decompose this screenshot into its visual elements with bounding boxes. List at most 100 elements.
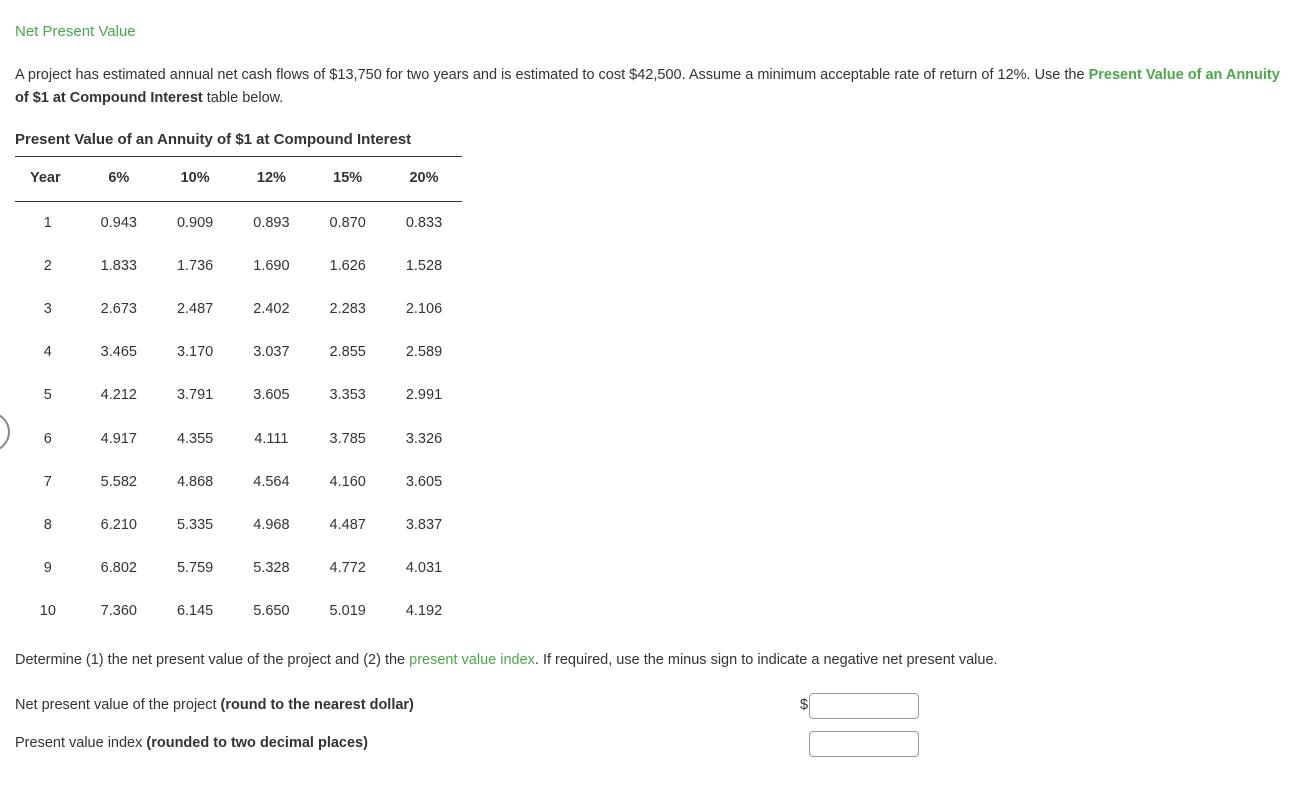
dollar-sign: $ <box>800 694 808 717</box>
table-cell: 3.791 <box>157 374 233 417</box>
table-cell: 3.353 <box>310 374 386 417</box>
table-row: 10.9430.9090.8930.8700.833 <box>15 201 462 245</box>
table-cell: 2.106 <box>386 288 462 331</box>
table-header-cell: 10% <box>157 157 233 201</box>
table-cell: 10 <box>15 590 81 633</box>
pvi-label: Present value index (rounded to two deci… <box>15 732 800 755</box>
table-cell: 4.160 <box>310 461 386 504</box>
table-cell: 6 <box>15 418 81 461</box>
table-cell: 0.893 <box>233 201 309 245</box>
table-cell: 1 <box>15 201 81 245</box>
table-cell: 2.855 <box>310 331 386 374</box>
table-row: 96.8025.7595.3284.7724.031 <box>15 547 462 590</box>
table-cell: 3 <box>15 288 81 331</box>
table-row: 32.6732.4872.4022.2832.106 <box>15 288 462 331</box>
instruction-paragraph: Determine (1) the net present value of t… <box>15 649 1281 672</box>
intro-text-3: table below. <box>203 90 284 106</box>
table-header-cell: 20% <box>386 157 462 201</box>
table-cell: 7 <box>15 461 81 504</box>
table-cell: 4.355 <box>157 418 233 461</box>
table-cell: 4.487 <box>310 504 386 547</box>
table-title: Present Value of an Annuity of $1 at Com… <box>15 128 1281 152</box>
instruct-link[interactable]: present value index <box>409 652 535 668</box>
table-cell: 5.019 <box>310 590 386 633</box>
table-cell: 3.605 <box>233 374 309 417</box>
table-header-cell: 12% <box>233 157 309 201</box>
instruct-text-2: . If required, use the minus sign to ind… <box>535 652 998 668</box>
table-row: 64.9174.3554.1113.7853.326 <box>15 418 462 461</box>
npv-input[interactable] <box>809 693 919 719</box>
table-cell: 3.605 <box>386 461 462 504</box>
table-cell: 4.212 <box>81 374 157 417</box>
table-cell: 4 <box>15 331 81 374</box>
instruct-text-1: Determine (1) the net present value of t… <box>15 652 409 668</box>
table-cell: 0.909 <box>157 201 233 245</box>
table-cell: 1.736 <box>157 245 233 288</box>
table-row: 107.3606.1455.6505.0194.192 <box>15 590 462 633</box>
table-cell: 1.833 <box>81 245 157 288</box>
table-cell: 5.328 <box>233 547 309 590</box>
pvi-input[interactable] <box>809 731 919 757</box>
table-cell: 1.528 <box>386 245 462 288</box>
table-cell: 2 <box>15 245 81 288</box>
table-cell: 2.283 <box>310 288 386 331</box>
table-cell: 1.626 <box>310 245 386 288</box>
table-header-row: Year6%10%12%15%20% <box>15 157 462 201</box>
table-header-cell: 15% <box>310 157 386 201</box>
table-cell: 4.917 <box>81 418 157 461</box>
table-cell: 5.582 <box>81 461 157 504</box>
intro-paragraph: A project has estimated annual net cash … <box>15 64 1281 110</box>
table-cell: 0.833 <box>386 201 462 245</box>
table-cell: 8 <box>15 504 81 547</box>
pvi-answer-row: Present value index (rounded to two deci… <box>15 731 1281 757</box>
table-cell: 4.031 <box>386 547 462 590</box>
table-cell: 2.589 <box>386 331 462 374</box>
table-cell: 7.360 <box>81 590 157 633</box>
npv-label-text: Net present value of the project <box>15 697 221 713</box>
table-cell: 5.335 <box>157 504 233 547</box>
table-cell: 3.837 <box>386 504 462 547</box>
table-cell: 4.868 <box>157 461 233 504</box>
pvi-label-text: Present value index <box>15 735 146 751</box>
table-cell: 4.564 <box>233 461 309 504</box>
npv-label-bold: (round to the nearest dollar) <box>221 697 414 713</box>
table-cell: 1.690 <box>233 245 309 288</box>
table-cell: 4.772 <box>310 547 386 590</box>
table-cell: 4.111 <box>233 418 309 461</box>
intro-text-1: A project has estimated annual net cash … <box>15 67 1089 83</box>
table-row: 21.8331.7361.6901.6261.528 <box>15 245 462 288</box>
table-cell: 5.759 <box>157 547 233 590</box>
table-row: 43.4653.1703.0372.8552.589 <box>15 331 462 374</box>
npv-answer-row: Net present value of the project (round … <box>15 693 1281 719</box>
table-row: 54.2123.7913.6053.3532.991 <box>15 374 462 417</box>
table-cell: 5.650 <box>233 590 309 633</box>
table-cell: 3.785 <box>310 418 386 461</box>
table-cell: 9 <box>15 547 81 590</box>
table-cell: 4.192 <box>386 590 462 633</box>
table-row: 86.2105.3354.9684.4873.837 <box>15 504 462 547</box>
page-edge-decoration <box>0 412 10 452</box>
table-cell: 3.326 <box>386 418 462 461</box>
table-cell: 2.991 <box>386 374 462 417</box>
table-cell: 6.145 <box>157 590 233 633</box>
table-cell: 0.943 <box>81 201 157 245</box>
table-row: 75.5824.8684.5644.1603.605 <box>15 461 462 504</box>
table-cell: 3.170 <box>157 331 233 374</box>
intro-bold: of $1 at Compound Interest <box>15 90 203 106</box>
table-cell: 2.673 <box>81 288 157 331</box>
table-cell: 5 <box>15 374 81 417</box>
intro-link[interactable]: Present Value of an Annuity <box>1089 67 1280 83</box>
table-cell: 6.210 <box>81 504 157 547</box>
table-cell: 4.968 <box>233 504 309 547</box>
npv-label: Net present value of the project (round … <box>15 694 800 717</box>
table-cell: 2.487 <box>157 288 233 331</box>
table-cell: 6.802 <box>81 547 157 590</box>
pvi-label-bold: (rounded to two decimal places) <box>146 735 368 751</box>
table-cell: 2.402 <box>233 288 309 331</box>
table-cell: 3.465 <box>81 331 157 374</box>
table-cell: 0.870 <box>310 201 386 245</box>
table-header-cell: 6% <box>81 157 157 201</box>
section-title: Net Present Value <box>15 20 1281 44</box>
annuity-table: Year6%10%12%15%20% 10.9430.9090.8930.870… <box>15 156 462 633</box>
table-header-cell: Year <box>15 157 81 201</box>
